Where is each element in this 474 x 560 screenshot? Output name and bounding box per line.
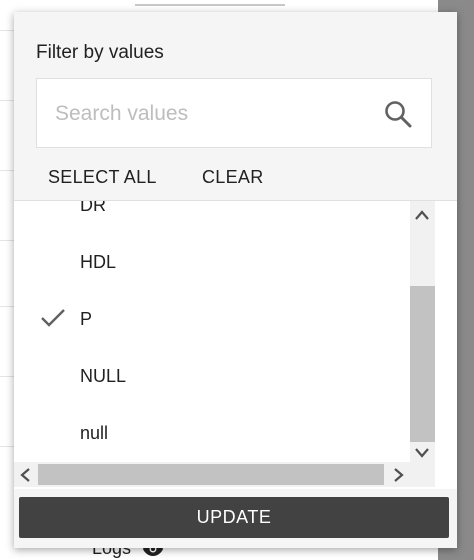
- vertical-scroll-thumb[interactable]: [410, 286, 435, 442]
- row-divider: [0, 240, 14, 241]
- filter-popover: Filter by values SELECT ALL CLEAR DR HDL…: [14, 12, 457, 548]
- scroll-right-arrow-icon[interactable]: [394, 468, 404, 482]
- update-button[interactable]: UPDATE: [19, 497, 449, 538]
- popover-title: Filter by values: [36, 42, 164, 63]
- values-list: DR HDL P NULL null: [14, 200, 457, 489]
- list-item[interactable]: HDL: [14, 234, 410, 291]
- vertical-scrollbar[interactable]: [410, 200, 435, 462]
- row-divider: [0, 30, 14, 31]
- check-icon: [41, 309, 65, 327]
- list-item[interactable]: DR: [14, 200, 410, 234]
- scrollbar-corner: [410, 462, 435, 487]
- item-label: HDL: [80, 252, 117, 272]
- list-item[interactable]: NULL: [14, 348, 410, 405]
- item-label: null: [80, 423, 109, 443]
- row-divider: [0, 446, 14, 447]
- row-divider: [0, 376, 14, 377]
- horizontal-scrollbar[interactable]: [14, 462, 410, 487]
- search-box: [36, 78, 432, 148]
- search-input[interactable]: [53, 97, 367, 131]
- list-item[interactable]: null: [14, 405, 410, 462]
- item-label: NULL: [80, 366, 127, 386]
- search-icon[interactable]: [383, 99, 413, 129]
- background-header-fragment: [135, 0, 285, 6]
- clear-button[interactable]: CLEAR: [202, 162, 264, 192]
- scroll-left-arrow-icon[interactable]: [20, 468, 30, 482]
- list-item[interactable]: P: [14, 291, 410, 348]
- row-divider: [0, 306, 14, 307]
- item-label: P: [80, 309, 93, 329]
- scroll-up-arrow-icon[interactable]: [415, 210, 429, 220]
- scroll-down-arrow-icon[interactable]: [415, 448, 429, 458]
- background-row-edges: [0, 0, 14, 560]
- row-divider: [0, 100, 14, 101]
- horizontal-scroll-thumb[interactable]: [38, 464, 384, 485]
- item-label: DR: [80, 200, 106, 215]
- select-all-button[interactable]: SELECT ALL: [48, 162, 157, 192]
- row-divider: [0, 170, 14, 171]
- list-divider: [14, 200, 457, 201]
